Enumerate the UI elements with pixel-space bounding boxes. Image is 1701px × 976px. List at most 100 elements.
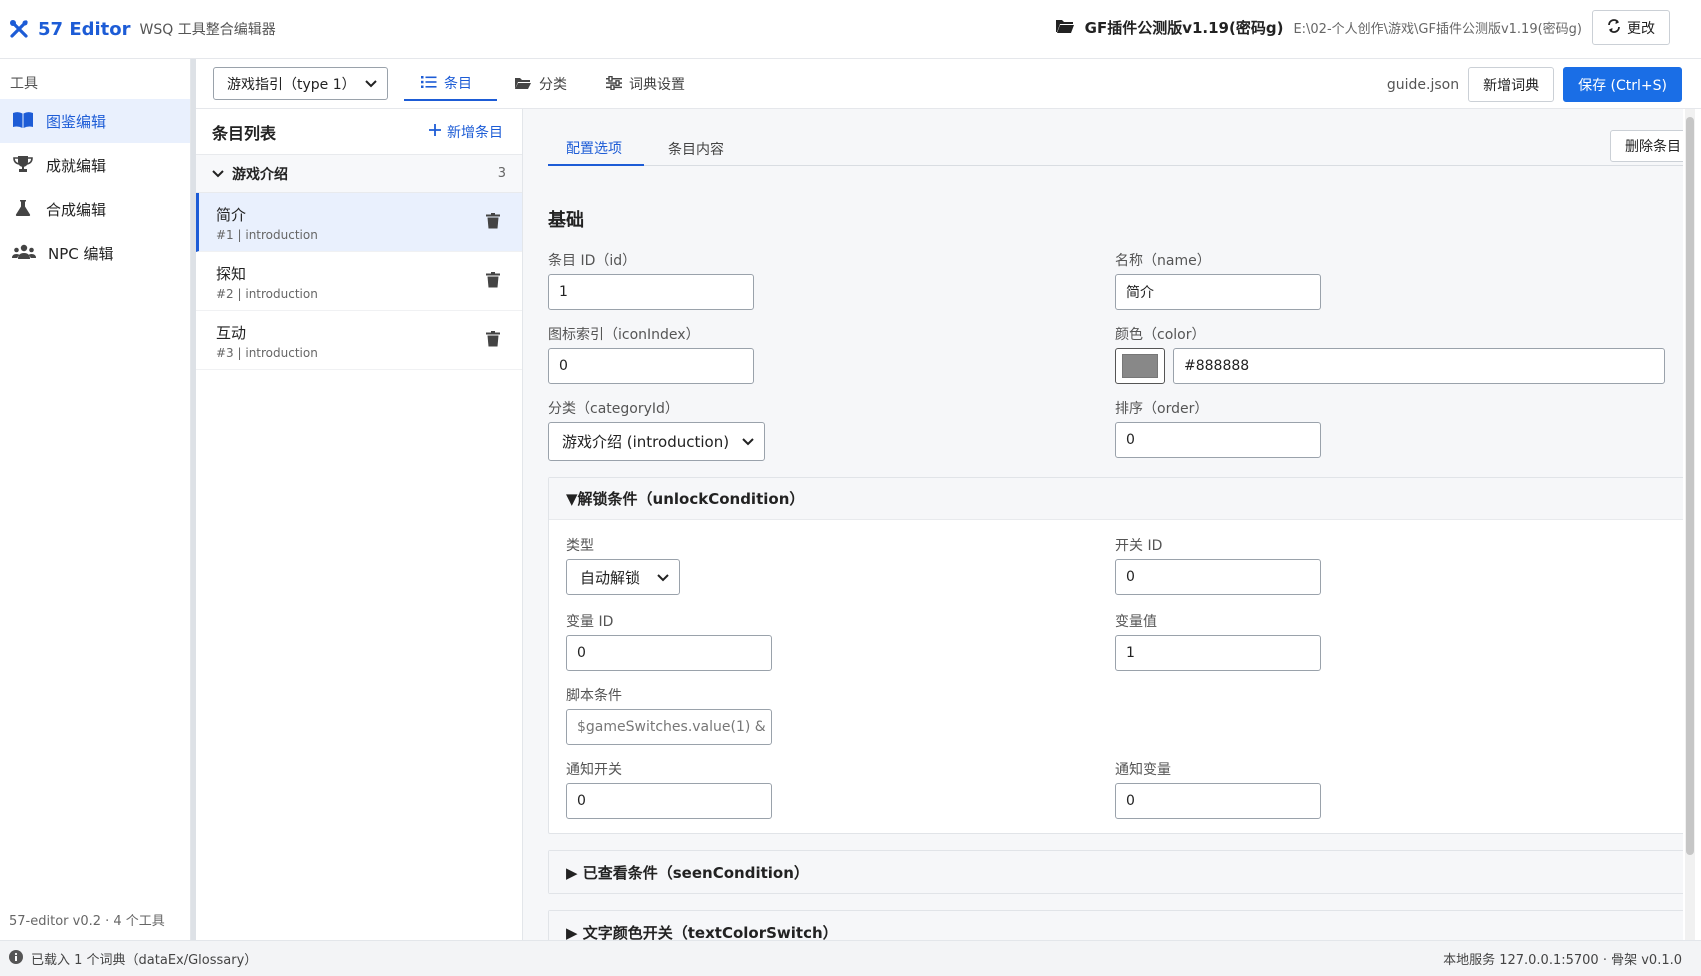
color-picker[interactable] — [1115, 348, 1165, 384]
chevron-down-icon — [212, 167, 224, 181]
notify-switch-field[interactable]: 0 — [566, 783, 772, 819]
scrollbar-thumb[interactable] — [1686, 117, 1694, 855]
delete-entry-button[interactable]: 删除条目 — [1610, 130, 1683, 162]
entry-name: 互动 — [216, 324, 247, 342]
id-field[interactable]: 1 — [548, 274, 754, 310]
order-label: 排序（order） — [1115, 401, 1209, 417]
list-item[interactable]: 探知 #2 | introduction — [196, 252, 522, 311]
category-group-header[interactable]: 游戏介绍 3 — [196, 155, 522, 193]
flask-icon — [12, 199, 34, 220]
entry-name: 探知 — [216, 265, 247, 283]
unlock-type-label: 类型 — [566, 538, 594, 554]
section-title-basic: 基础 — [548, 210, 584, 231]
detail-scrollbar[interactable] — [1685, 109, 1695, 940]
color-swatch — [1122, 354, 1158, 378]
tool-sidebar: 工具 图鉴编辑 成就编辑 合成编辑 NPC 编辑 57-editor v0.2 … — [0, 59, 191, 940]
unlock-condition-title: ▼解锁条件（unlockCondition） — [566, 490, 805, 508]
entry-detail-pane: 配置选项 条目内容 删除条目 基础 条目 ID（id） 1 名称（name） 简… — [523, 109, 1683, 940]
add-entry-label: 新增条目 — [447, 124, 503, 141]
sidebar-item-label: 图鉴编辑 — [46, 112, 107, 131]
category-select[interactable]: 游戏介绍 (introduction) — [548, 422, 765, 461]
tab-dictionary-settings-label: 词典设置 — [629, 77, 685, 93]
trophy-icon — [12, 155, 34, 176]
tab-entries[interactable]: 条目 — [404, 67, 497, 101]
sidebar-item-label: 合成编辑 — [46, 200, 107, 219]
new-dictionary-button[interactable]: 新增词典 — [1468, 67, 1555, 102]
entry-list-title: 条目列表 — [212, 123, 277, 143]
order-field[interactable]: 0 — [1115, 422, 1321, 458]
chevron-down-icon — [657, 570, 669, 585]
switch-id-field[interactable]: 0 — [1115, 559, 1321, 595]
tab-config-options[interactable]: 配置选项 — [548, 131, 644, 166]
color-hex-field[interactable]: #888888 — [1173, 348, 1665, 384]
change-project-label: 更改 — [1627, 20, 1655, 37]
text-color-switch-toggle[interactable]: ▶ 文字颜色开关（textColorSwitch） — [549, 911, 1683, 940]
project-path: E:\02-个人创作\游戏\GF插件公测版v1.19(密码g) — [1293, 22, 1582, 37]
app-header: 57 Editor WSQ 工具整合编辑器 GF插件公测版v1.19(密码g) … — [0, 0, 1701, 59]
app-window: 57 Editor WSQ 工具整合编辑器 GF插件公测版v1.19(密码g) … — [0, 0, 1701, 976]
info-icon — [9, 950, 23, 967]
list-item[interactable]: 简介 #1 | introduction — [196, 193, 522, 252]
folder-icon — [514, 76, 532, 93]
script-condition-field[interactable]: $gameSwitches.value(1) & — [566, 709, 772, 745]
sidebar-item-crafting[interactable]: 合成编辑 — [0, 187, 190, 231]
variable-value-label: 变量值 — [1115, 614, 1157, 630]
dictionary-select[interactable]: 游戏指引（type 1） — [213, 67, 388, 100]
status-message: 已载入 1 个词典（dataEx/Glossary） — [31, 953, 258, 968]
text-color-switch-panel: ▶ 文字颜色开关（textColorSwitch） — [548, 910, 1683, 940]
sidebar-item-achievement[interactable]: 成就编辑 — [0, 143, 190, 187]
tab-dictionary-settings[interactable]: 词典设置 — [589, 67, 702, 101]
status-bar: 已载入 1 个词典（dataEx/Glossary） 本地服务 127.0.0.… — [0, 940, 1701, 976]
chevron-down-icon — [365, 77, 377, 91]
tab-entries-label: 条目 — [444, 76, 472, 92]
seen-condition-panel: ▶ 已查看条件（seenCondition） — [548, 850, 1683, 894]
name-label: 名称（name） — [1115, 253, 1211, 269]
notify-variable-field[interactable]: 0 — [1115, 783, 1321, 819]
trash-icon[interactable] — [486, 213, 502, 231]
id-label: 条目 ID（id） — [548, 253, 637, 269]
server-status: 本地服务 127.0.0.1:5700 · 骨架 v0.1.0 — [1443, 953, 1682, 968]
save-button[interactable]: 保存 (Ctrl+S) — [1563, 67, 1682, 102]
list-icon — [421, 75, 437, 92]
sidebar-item-glossary[interactable]: 图鉴编辑 — [0, 99, 190, 143]
variable-id-field[interactable]: 0 — [566, 635, 772, 671]
change-project-button[interactable]: 更改 — [1592, 10, 1670, 45]
icon-index-field[interactable]: 0 — [548, 348, 754, 384]
tab-entry-content[interactable]: 条目内容 — [650, 131, 742, 166]
editor-toolbar: 游戏指引（type 1） 条目 分类 词典设置 guide.json 新增词典 … — [196, 59, 1701, 109]
variable-id-label: 变量 ID — [566, 614, 614, 630]
notify-variable-label: 通知变量 — [1115, 762, 1171, 778]
tools-icon — [8, 18, 30, 40]
sidebar-item-npc[interactable]: NPC 编辑 — [0, 231, 190, 275]
tab-categories-label: 分类 — [539, 77, 567, 93]
plus-icon — [429, 124, 441, 139]
app-name: 57 Editor — [38, 18, 131, 40]
category-group-count: 3 — [497, 166, 506, 181]
variable-value-field[interactable]: 1 — [1115, 635, 1321, 671]
chevron-down-icon — [742, 434, 754, 449]
sidebar-footer: 57-editor v0.2 · 4 个工具 — [9, 914, 165, 929]
add-entry-button[interactable]: 新增条目 — [429, 122, 503, 142]
file-name: guide.json — [1386, 76, 1460, 93]
tab-categories[interactable]: 分类 — [497, 67, 584, 101]
detail-tabs: 配置选项 条目内容 删除条目 — [548, 130, 1683, 166]
text-color-switch-title: ▶ 文字颜色开关（textColorSwitch） — [566, 923, 838, 941]
color-label: 颜色（color） — [1115, 327, 1206, 343]
unlock-type-select[interactable]: 自动解锁 — [566, 559, 680, 595]
category-group-name: 游戏介绍 — [232, 166, 288, 183]
seen-condition-toggle[interactable]: ▶ 已查看条件（seenCondition） — [549, 851, 1683, 893]
unlock-condition-toggle[interactable]: ▼解锁条件（unlockCondition） — [549, 478, 1683, 520]
entry-meta: #3 | introduction — [216, 346, 318, 360]
sidebar-item-label: 成就编辑 — [46, 156, 107, 175]
project-name: GF插件公测版v1.19(密码g) — [1084, 19, 1284, 37]
trash-icon[interactable] — [486, 272, 502, 290]
name-field[interactable]: 简介 — [1115, 274, 1321, 310]
unlock-type-value: 自动解锁 — [580, 568, 641, 587]
entry-meta: #2 | introduction — [216, 287, 318, 301]
trash-icon[interactable] — [486, 331, 502, 349]
entry-list-header: 条目列表 新增条目 — [196, 109, 522, 155]
icon-index-label: 图标索引（iconIndex） — [548, 327, 700, 343]
list-item[interactable]: 互动 #3 | introduction — [196, 311, 522, 370]
dictionary-select-value: 游戏指引（type 1） — [227, 76, 356, 93]
notify-switch-label: 通知开关 — [566, 762, 622, 778]
